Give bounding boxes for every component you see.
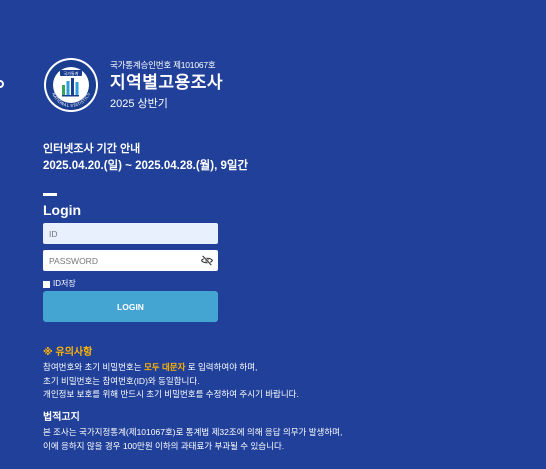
statistics-logo: 국가통계 NATIONAL STATISTICS bbox=[44, 58, 98, 112]
id-input[interactable] bbox=[43, 223, 218, 244]
login-button[interactable]: LOGIN bbox=[43, 291, 218, 322]
header-text: 국가통계승인번호 제101067호 지역별고용조사 2025 상반기 bbox=[110, 59, 223, 112]
remember-id-label: ID저장 bbox=[53, 279, 76, 288]
caution-title: ※ 유의사항 bbox=[43, 347, 93, 358]
login-divider bbox=[43, 193, 57, 196]
legal-line-1: 본 조사는 국가지정통계(제101067호)로 통계법 제32조에 의해 응답 … bbox=[43, 427, 343, 437]
caution-line-1: 참여번호와 초기 비밀번호는 모두 대문자 로 입력하여야 하며, bbox=[43, 361, 299, 375]
caution-line-1-start: 참여번호와 초기 비밀번호는 bbox=[43, 362, 144, 372]
legal-notice: 법적고지 본 조사는 국가지정통계(제101067호)로 통계법 제32조에 의… bbox=[43, 411, 342, 453]
header: 국가통계 NATIONAL STATISTICS 국가통계승인번호 제10106… bbox=[43, 57, 223, 113]
caution-line-3: 개인정보 보호를 위해 반드시 초기 비밀번호를 수정하여 주시기 바랍니다. bbox=[43, 389, 299, 399]
eye-slash-icon[interactable] bbox=[200, 254, 214, 267]
survey-period-notice: 인터넷조사 기간 안내 2025.04.20.(일) ~ 2025.04.28.… bbox=[43, 142, 248, 174]
notice-title: 인터넷조사 기간 안내 bbox=[43, 143, 141, 155]
approval-number: 국가통계승인번호 제101067호 bbox=[110, 59, 216, 70]
caution-section: ※ 유의사항 참여번호와 초기 비밀번호는 모두 대문자 로 입력하여야 하며,… bbox=[43, 346, 299, 402]
survey-period: 2025 상반기 bbox=[110, 97, 168, 110]
password-input[interactable] bbox=[43, 250, 218, 271]
remember-id[interactable]: ID저장 bbox=[43, 279, 76, 289]
login-heading: Login bbox=[43, 202, 82, 218]
remember-id-checkbox[interactable] bbox=[43, 280, 50, 288]
caution-line-2: 초기 비밀번호는 참여번호(ID)와 동일합니다. bbox=[43, 375, 200, 386]
notice-dates: 2025.04.20.(일) ~ 2025.04.28.(월), 9일간 bbox=[43, 160, 249, 172]
survey-title: 지역별고용조사 bbox=[110, 72, 223, 92]
logo-top-text: 국가통계 bbox=[64, 70, 79, 76]
caution-line-1-end: 로 입력하여야 하며, bbox=[185, 362, 258, 372]
legal-title: 법적고지 bbox=[43, 412, 80, 423]
legal-line-2: 이에 응하지 않을 경우 100만원 이하의 과태료가 부과될 수 있습니다. bbox=[43, 440, 285, 451]
edge-indicator bbox=[0, 80, 4, 88]
caution-highlight: 모두 대문자 bbox=[143, 362, 186, 372]
